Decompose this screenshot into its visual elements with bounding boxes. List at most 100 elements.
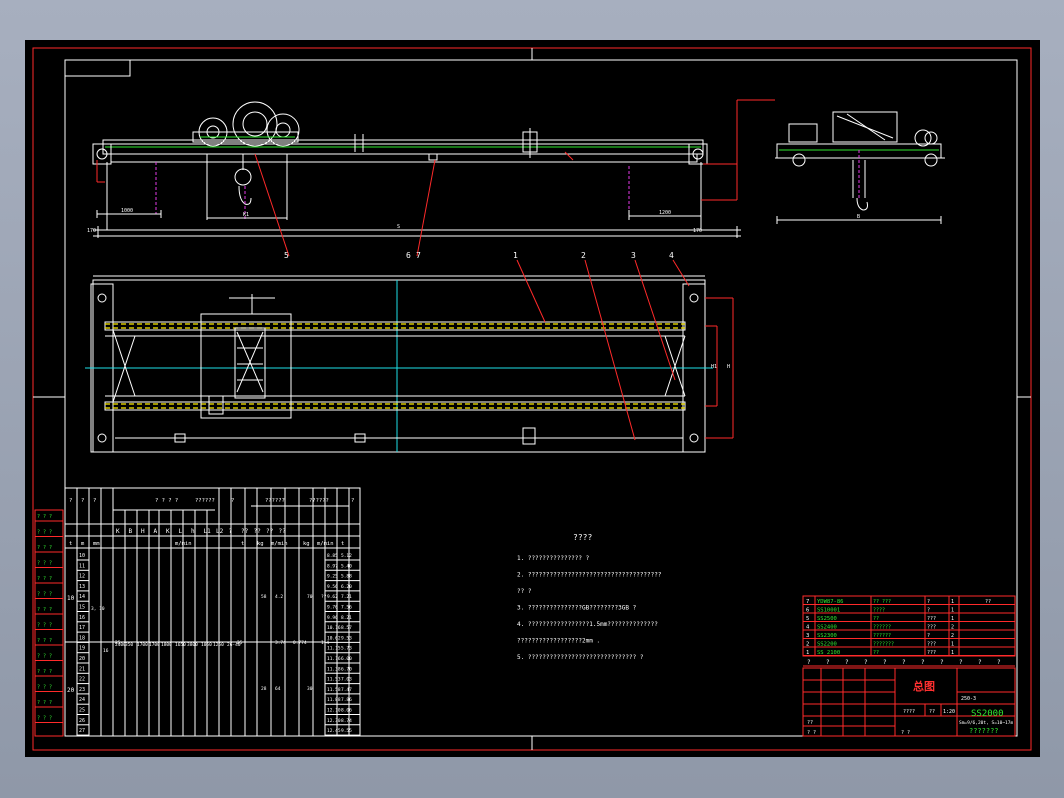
part-qty: ??? xyxy=(927,616,936,622)
callout-4: 4 xyxy=(669,251,674,260)
value-cell: 350 xyxy=(125,642,133,648)
value-cell: 8.06 xyxy=(341,708,352,714)
callout-2: 2 xyxy=(581,251,586,260)
value-cell: 11.88 xyxy=(327,697,341,703)
value-cell: 5.40 xyxy=(341,563,352,569)
value-cell: 3, 10 xyxy=(91,606,105,612)
cad-canvas[interactable]: 1000 K1 1200 S 170 170 B H1 H 5 6 7 1 2 … xyxy=(25,40,1040,757)
table-subheader: ? xyxy=(229,528,233,535)
part-no: 1 xyxy=(806,650,809,656)
parts-header: ? xyxy=(845,659,849,666)
value-cell: 12.30 xyxy=(327,718,341,724)
value-cell: 28 xyxy=(261,686,267,692)
table-subheader: ?? xyxy=(266,528,274,535)
note-line: 5. ?????????????????????????????? ? xyxy=(517,654,644,661)
value-cell: 9.62 xyxy=(327,594,338,600)
part-name: ?? xyxy=(873,616,879,622)
table-unit: m xyxy=(81,541,85,547)
part-qty: ??? xyxy=(927,625,936,631)
spec-table: ???? ? ? ???????????????????? ?K B H A K Lh L1 L… xyxy=(64,487,361,737)
parts-header: ? xyxy=(997,659,1001,666)
table-unit: m/min xyxy=(271,541,288,547)
dim-h1: H1 xyxy=(711,364,717,370)
span-cell: 19 xyxy=(79,646,85,652)
side-label: ? ? ? xyxy=(37,716,52,722)
part-code: SS 2100 xyxy=(817,650,840,656)
front-view xyxy=(92,99,775,238)
dim-span: S xyxy=(397,224,400,230)
value-cell: 11.16 xyxy=(327,656,341,662)
part-qty: ??? xyxy=(927,642,936,648)
tb-field-4: ? ? xyxy=(807,730,816,736)
value-cell: 7.56 xyxy=(341,605,352,611)
side-label: ? ? ? xyxy=(37,669,52,675)
drawing-spec: Sm=9/6,20t, S=10~17m xyxy=(959,720,1013,726)
part-material: 2 xyxy=(951,633,954,639)
span-cell: 27 xyxy=(79,728,85,734)
part-code: SS2300 xyxy=(817,633,837,639)
part-no: 6 xyxy=(806,608,809,614)
value-cell: 7.03 xyxy=(341,677,352,683)
side-label: ? ? ? xyxy=(37,607,52,613)
value-cell: 5.73 xyxy=(341,646,352,652)
table-subheader: ?? xyxy=(254,528,262,535)
table-header: ? xyxy=(93,498,96,504)
value-cell: 9.25 xyxy=(327,574,338,580)
value-cell: 1.4 xyxy=(321,640,329,646)
value-cell: 11.15 xyxy=(327,646,341,652)
value-cell: 1700 xyxy=(137,642,148,648)
value-cell: 5.88 xyxy=(341,574,352,580)
value-cell: 6.20 xyxy=(341,584,352,590)
part-qty: ? xyxy=(927,608,930,614)
value-cell: 9.55 xyxy=(341,728,352,734)
side-label: ? ? ? xyxy=(37,561,52,567)
dim-k1: K1 xyxy=(243,212,249,218)
table-subheader: ?? xyxy=(241,528,249,535)
side-label-strip: ? ? ? ? ? ? ? ? ? ? ? ? ? ? ? ? ? ? ? ? ? ? ? ?… xyxy=(34,509,64,737)
table-unit: t xyxy=(341,541,344,547)
span-cell: 15 xyxy=(79,605,85,611)
part-no: 7 xyxy=(806,599,809,605)
value-cell: 6.00 xyxy=(341,656,352,662)
span-cell: 11 xyxy=(79,563,85,569)
side-label: ? ? ? xyxy=(37,685,52,691)
notes-title: ???? xyxy=(573,533,592,542)
value-cell: 12.10 xyxy=(327,708,341,714)
table-subheader: K xyxy=(116,528,120,535)
company-name: ??????? xyxy=(969,727,999,735)
tb-field-5: ? ? xyxy=(901,730,910,736)
value-cell: 8.85 xyxy=(327,553,338,559)
value-cell: 58 xyxy=(261,594,267,600)
value-cell: 11.58 xyxy=(327,687,341,693)
tb-field-2: ?? xyxy=(929,709,935,715)
drawing-code: SS2000 xyxy=(971,709,1004,719)
value-cell: 1800 xyxy=(161,642,172,648)
drawing-title: 总图 xyxy=(913,679,935,693)
part-qty: ? xyxy=(927,599,930,605)
table-header: ?????? xyxy=(195,498,215,504)
technical-notes: ???? 1. ??????????????? ? 2. ????????????… xyxy=(517,533,662,661)
group-label: 20 xyxy=(67,687,75,694)
table-header: ? xyxy=(69,498,72,504)
table-header: ?????? xyxy=(265,498,285,504)
table-unit: t xyxy=(241,541,244,547)
table-subheader: L xyxy=(179,528,183,535)
note-line: ?? ? xyxy=(517,588,532,595)
part-material: 1 xyxy=(951,599,954,605)
table-header: ?????? xyxy=(309,498,329,504)
value-cell: 0.774 xyxy=(293,640,307,646)
table-header: ? xyxy=(231,498,234,504)
table-unit: mm xyxy=(93,541,100,547)
part-qty: ??? xyxy=(927,650,936,656)
span-cell: 10 xyxy=(79,553,85,559)
callout-3: 3 xyxy=(631,251,636,260)
value-cell: 70 xyxy=(307,594,313,600)
value-cell: 30 xyxy=(307,686,313,692)
table-header: ? xyxy=(81,498,84,504)
parts-list: 7 YDW87-86?? ???? 1 ??6 SS10001????? 15 SS2500… xyxy=(802,595,1016,667)
table-subheader: B xyxy=(129,528,133,535)
value-cell: 64 xyxy=(275,686,281,692)
table-header: ? xyxy=(351,498,354,504)
value-cell: 1050 xyxy=(201,642,212,648)
value-cell: 6.70 xyxy=(341,666,352,672)
